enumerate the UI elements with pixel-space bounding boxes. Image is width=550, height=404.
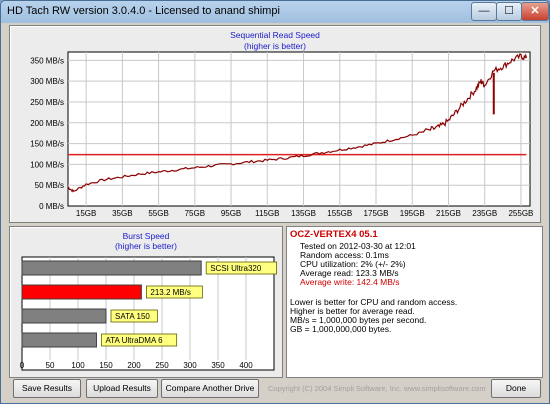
- read-y-tick-label: 300 MB/s: [30, 77, 64, 86]
- burst-bar-label: SCSI Ultra320: [210, 264, 262, 273]
- burst-x-tick-label: 150: [99, 361, 113, 370]
- copyright-text: Copyright (C) 2004 Simpli Software, Inc.…: [268, 384, 486, 393]
- read-x-tick-label: 75GB: [185, 209, 205, 218]
- burst-x-tick-label: 100: [71, 361, 85, 370]
- read-x-tick-label: 195GB: [400, 209, 425, 218]
- read-x-tick-label: 215GB: [436, 209, 461, 218]
- save-results-button[interactable]: Save Results: [13, 379, 81, 398]
- app-window: HD Tach RW version 3.0.4.0 - Licensed to…: [0, 0, 550, 404]
- read-x-tick-label: 115GB: [255, 209, 279, 218]
- window-title: HD Tach RW version 3.0.4.0 - Licensed to…: [7, 5, 280, 17]
- read-plot-area: [67, 51, 531, 207]
- results-info-panel: OCZ-VERTEX4 05.1 Tested on 2012-03-30 at…: [286, 226, 543, 378]
- burst-x-tick-label: 400: [239, 361, 253, 370]
- drive-name: OCZ-VERTEX4 05.1: [290, 229, 378, 240]
- minimize-button[interactable]: —: [471, 2, 497, 21]
- burst-x-tick-label: 250: [155, 361, 169, 370]
- read-x-tick-label: 95GB: [221, 209, 241, 218]
- title-bar: HD Tach RW version 3.0.4.0 - Licensed to…: [1, 1, 549, 23]
- read-y-tick-label: 350 MB/s: [30, 56, 64, 65]
- read-y-tick-label: 100 MB/s: [30, 160, 64, 169]
- burst-bar: [21, 332, 97, 348]
- read-y-tick-label: 250 MB/s: [30, 98, 64, 107]
- read-chart: 350 MB/s 300 MB/s 250 MB/s 200 MB/s 150 MB/s…: [30, 51, 533, 218]
- burst-chart-panel: Burst Speed (higher is better) 0 50 100 150…: [9, 226, 283, 378]
- burst-bar-label: SATA 150: [115, 312, 150, 321]
- burst-x-tick-label: 200: [127, 361, 141, 370]
- read-x-tick-label: 15GB: [76, 209, 96, 218]
- burst-x-tick-label: 0: [20, 361, 25, 370]
- read-y-tick-label: 200 MB/s: [30, 119, 64, 128]
- burst-chart: 0 50 100 150 200 250 300 350 400 SCSI Ultra320 213…: [20, 256, 277, 371]
- read-x-tick-label: 35GB: [112, 209, 132, 218]
- done-button[interactable]: Done: [491, 379, 541, 398]
- upload-results-button[interactable]: Upload Results: [86, 379, 158, 398]
- note-gb-definition: GB = 1,000,000,000 bytes.: [290, 324, 392, 334]
- burst-bar: [21, 260, 202, 276]
- read-y-tick-label: 0 MB/s: [39, 202, 64, 211]
- burst-x-tick-label: 350: [211, 361, 225, 370]
- burst-bar: [21, 308, 107, 324]
- read-x-tick-label: 55GB: [148, 209, 168, 218]
- read-y-tick-label: 50 MB/s: [35, 181, 64, 190]
- read-x-tick-label: 155GB: [327, 209, 352, 218]
- client-area: Sequential Read Speed (higher is better)…: [5, 23, 545, 399]
- read-x-tick-label: 175GB: [364, 209, 389, 218]
- burst-x-tick-label: 300: [183, 361, 197, 370]
- read-chart-panel: Sequential Read Speed (higher is better)…: [9, 25, 541, 223]
- average-write: Average write: 142.4 MB/s: [300, 277, 400, 287]
- read-x-tick-label: 255GB: [508, 209, 533, 218]
- read-x-tick-label: 135GB: [291, 209, 316, 218]
- close-button[interactable]: ✕: [521, 2, 549, 21]
- burst-bar-label: ATA UltraDMA 6: [105, 336, 163, 345]
- compare-drive-button[interactable]: Compare Another Drive: [161, 379, 259, 398]
- burst-bar: [21, 284, 142, 300]
- read-x-tick-label: 235GB: [472, 209, 497, 218]
- maximize-button[interactable]: ☐: [496, 2, 522, 21]
- burst-bar-label: 213.2 MB/s: [150, 288, 190, 297]
- read-y-tick-label: 150 MB/s: [30, 140, 64, 149]
- burst-x-tick-label: 50: [46, 361, 55, 370]
